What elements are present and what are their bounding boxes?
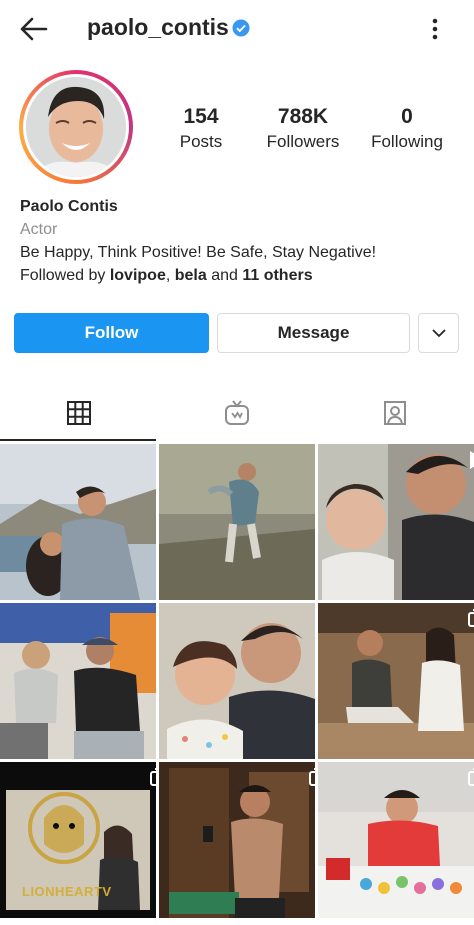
following-label: Following <box>371 132 443 151</box>
tagged-icon <box>384 401 406 425</box>
followed-others[interactable]: 11 others <box>242 267 312 284</box>
followed-and: and <box>206 267 243 284</box>
chevron-down-icon <box>431 329 446 338</box>
post-thumbnail[interactable] <box>0 444 156 600</box>
avatar[interactable] <box>23 74 129 180</box>
active-tab-indicator <box>0 439 156 441</box>
followed-by-prefix: Followed by <box>20 267 110 284</box>
more-options-icon[interactable] <box>424 14 446 44</box>
followers-label: Followers <box>266 132 340 151</box>
verified-badge-icon <box>232 19 250 37</box>
following-stat[interactable]: 0 Following <box>368 104 446 154</box>
posts-stat[interactable]: 154 Posts <box>171 104 231 154</box>
following-count: 0 <box>401 105 413 128</box>
back-arrow-icon[interactable] <box>14 14 50 44</box>
post-thumbnail[interactable] <box>0 603 156 759</box>
profile-tabs <box>0 386 474 442</box>
tab-igtv[interactable] <box>158 386 316 440</box>
bio-section: Paolo Contis Actor Be Happy, Think Posit… <box>20 195 376 287</box>
post-thumbnail[interactable] <box>318 762 474 918</box>
followed-user-bela[interactable]: bela <box>175 267 207 284</box>
posts-label: Posts <box>179 132 223 151</box>
lionheart-logo-text: LIONHEARTV <box>22 884 112 899</box>
post-thumbnail[interactable] <box>318 603 474 759</box>
top-bar: paolo_contis <box>0 0 474 58</box>
post-thumbnail[interactable]: LIONHEARTV <box>0 762 156 918</box>
post-thumbnail[interactable] <box>159 444 315 600</box>
grid-icon <box>67 401 91 425</box>
tab-posts-grid[interactable] <box>0 386 158 440</box>
posts-count: 154 <box>183 105 219 128</box>
followed-by[interactable]: Followed by lovipoe, bela and 11 others <box>20 264 376 287</box>
post-thumbnail[interactable] <box>318 444 474 600</box>
post-thumbnail[interactable] <box>159 762 315 918</box>
suggested-dropdown-button[interactable] <box>418 313 459 353</box>
profile-category: Actor <box>20 221 58 238</box>
tab-tagged[interactable] <box>316 386 474 440</box>
profile-username: paolo_contis <box>87 14 229 40</box>
followers-stat[interactable]: 788K Followers <box>263 104 343 154</box>
message-button[interactable]: Message <box>217 313 410 353</box>
followed-sep: , <box>165 267 175 284</box>
followed-user-lovipoe[interactable]: lovipoe <box>110 267 166 284</box>
post-thumbnail[interactable] <box>159 603 315 759</box>
igtv-icon <box>225 400 249 425</box>
avatar-photo <box>26 77 126 177</box>
followers-count: 788K <box>277 105 329 128</box>
display-name: Paolo Contis <box>20 198 118 215</box>
follow-button[interactable]: Follow <box>14 313 209 353</box>
bio-text: Be Happy, Think Positive! Be Safe, Stay … <box>20 244 377 261</box>
